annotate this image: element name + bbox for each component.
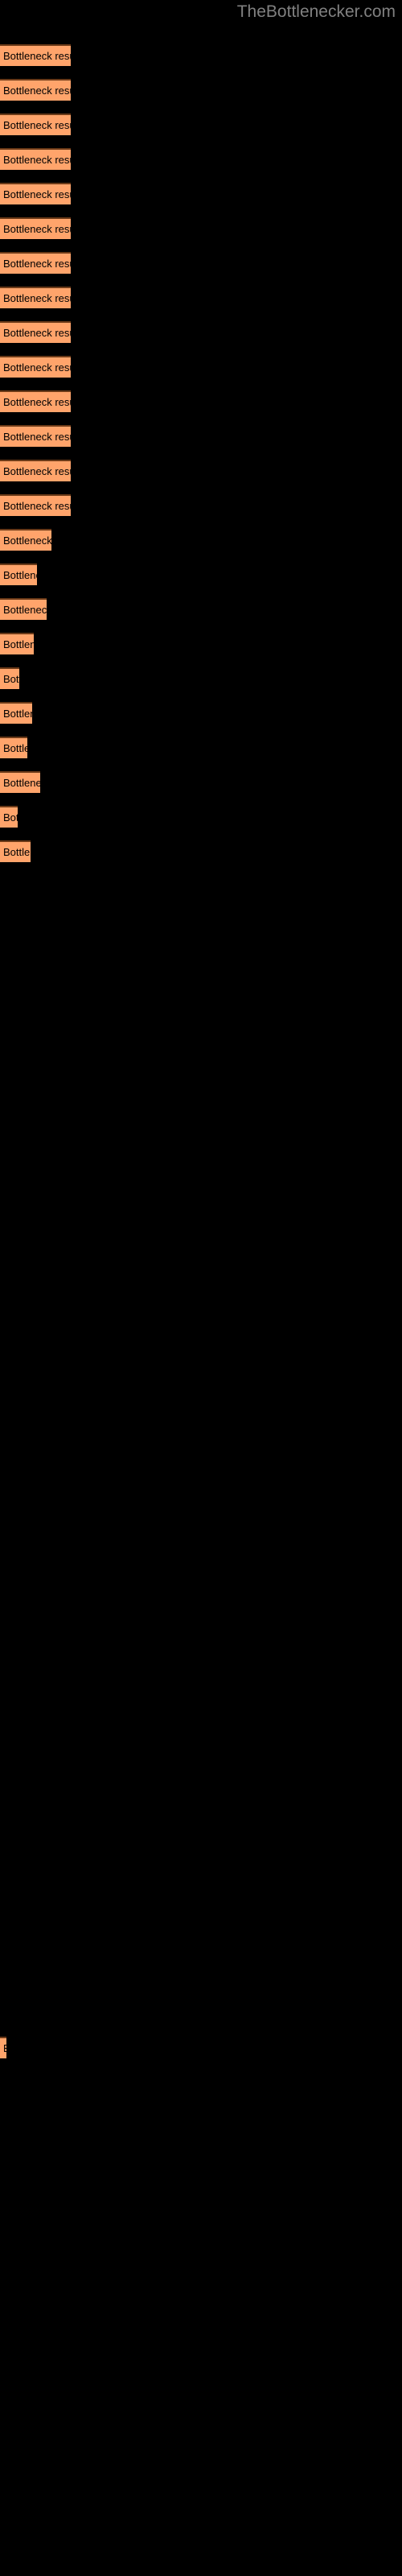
bar-label: Bottleneck result [3, 85, 71, 97]
bar[interactable]: Bottleneck result [0, 806, 18, 828]
bar[interactable]: Bottleneck result [0, 390, 71, 412]
bar-label: Bottleneck result [3, 361, 71, 374]
bar[interactable]: Bottleneck result [0, 148, 71, 170]
bar[interactable]: Bottleneck result [0, 425, 71, 447]
bar-label: Bottleneck result [3, 673, 19, 685]
bar-label: Bottleneck result [3, 500, 71, 512]
bar[interactable]: Bottleneck result [0, 356, 71, 378]
bar[interactable]: Bottleneck result [0, 287, 71, 308]
bar-label: Bottleneck result [3, 569, 37, 581]
bar-label: Bottleneck result [3, 223, 71, 235]
bar-label: Bottleneck result [3, 119, 71, 131]
bar-chart-plot-area: Bottleneck result Bottleneck result Bottle… [0, 0, 402, 2576]
bar[interactable]: Bottleneck result [0, 737, 27, 758]
bar-label: Bottleneck result [3, 431, 71, 443]
bar[interactable]: Bottleneck result [0, 460, 71, 481]
bar-label: Bottleneck result [3, 2041, 6, 2057]
bar[interactable]: Bottleneck result [0, 598, 47, 620]
bar[interactable]: Bottleneck result [0, 183, 71, 204]
bar[interactable]: Bottleneck result [0, 2037, 6, 2058]
bar-label: Bottleneck result [3, 604, 47, 616]
bar-label: Bottleneck result [3, 846, 31, 858]
bar-label: Bottleneck result [3, 811, 18, 824]
bar-label: Bottleneck result [3, 535, 51, 547]
bar-label: Bottleneck result [3, 465, 71, 477]
bar-label: Bottleneck result [3, 258, 71, 270]
bar[interactable]: Bottleneck result [0, 252, 71, 274]
bar[interactable]: Bottleneck result [0, 79, 71, 101]
bar-label: Bottleneck result [3, 396, 71, 408]
bar-label: Bottleneck result [3, 708, 32, 720]
bar[interactable]: Bottleneck result [0, 633, 34, 654]
bar[interactable]: Bottleneck result [0, 44, 71, 66]
chart-page: TheBottlenecker.com Bottleneck resultBot… [0, 0, 402, 2576]
bar-label: Bottleneck result [3, 638, 34, 650]
bar-label: Bottleneck result [3, 154, 71, 166]
bar[interactable]: Bottleneck result [0, 217, 71, 239]
bar[interactable]: Bottleneck result [0, 321, 71, 343]
bar[interactable]: Bottleneck result [0, 702, 32, 724]
bar[interactable]: Bottleneck result [0, 114, 71, 135]
bar-label: Bottleneck result [3, 292, 71, 304]
bar[interactable]: Bottleneck result [0, 840, 31, 862]
bar[interactable]: Bottleneck result [0, 564, 37, 585]
bar-label: Bottleneck result [3, 50, 71, 62]
bar-label: Bottleneck result [3, 742, 27, 754]
bar[interactable]: Bottleneck result [0, 771, 40, 793]
bar-label: Bottleneck result [3, 327, 71, 339]
bar[interactable]: Bottleneck result [0, 494, 71, 516]
bar[interactable]: Bottleneck result [0, 667, 19, 689]
bar-label: Bottleneck result [3, 188, 71, 200]
bar[interactable]: Bottleneck result [0, 529, 51, 551]
bar-label: Bottleneck result [3, 777, 40, 789]
